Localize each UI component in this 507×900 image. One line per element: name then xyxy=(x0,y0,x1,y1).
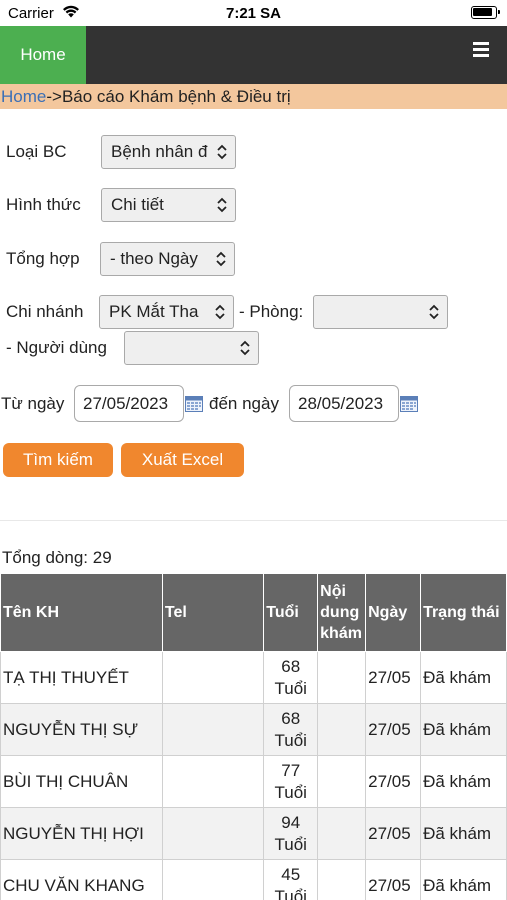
battery-icon xyxy=(471,6,500,19)
chevron-up-down-icon xyxy=(216,251,226,267)
cell-name: NGUYỄN THỊ SỰ xyxy=(0,703,163,756)
clock: 7:21 SA xyxy=(225,5,282,22)
hamburger-menu-icon[interactable] xyxy=(473,42,489,57)
cell-date: 27/05 xyxy=(365,755,422,808)
cell-status: Đã khám xyxy=(420,651,507,704)
cell-tel xyxy=(161,859,265,900)
column-header-status[interactable]: Trạng thái xyxy=(420,573,507,652)
breadcrumb-separator: -> xyxy=(46,87,62,106)
grouping-value: - theo Ngày xyxy=(110,249,198,268)
column-header-tel[interactable]: Tel xyxy=(161,573,265,652)
format-value: Chi tiết xyxy=(111,195,164,214)
table-row[interactable]: NGUYỄN THỊ SỰ 68 Tuổi 27/05 Đã khám xyxy=(0,703,507,756)
cell-content xyxy=(317,703,367,756)
cell-tel xyxy=(161,703,265,756)
column-header-date[interactable]: Ngày xyxy=(365,573,422,652)
cell-age: 68 Tuổi xyxy=(263,651,319,704)
section-divider xyxy=(0,520,507,521)
cell-status: Đã khám xyxy=(420,703,507,756)
home-tab[interactable]: Home xyxy=(0,26,86,84)
cell-content xyxy=(317,807,367,860)
report-type-label: Loại BC xyxy=(6,142,67,161)
search-button[interactable]: Tìm kiếm xyxy=(3,443,113,477)
cell-age: 45 Tuổi xyxy=(263,859,319,900)
cell-date: 27/05 xyxy=(365,651,422,704)
report-type-value: Bệnh nhân đ xyxy=(111,142,208,161)
column-header-age[interactable]: Tuổi xyxy=(263,573,319,652)
cell-tel xyxy=(161,755,265,808)
date-from-label: Từ ngày xyxy=(1,394,65,413)
column-header-name[interactable]: Tên KH xyxy=(0,573,163,652)
branch-value: PK Mắt Tha xyxy=(109,302,199,321)
export-excel-button[interactable]: Xuất Excel xyxy=(121,443,244,477)
breadcrumb-current: Báo cáo Khám bệnh & Điều trị xyxy=(61,87,291,106)
cell-status: Đã khám xyxy=(420,807,507,860)
calendar-icon[interactable] xyxy=(400,395,418,412)
chevron-up-down-icon xyxy=(240,340,250,356)
cell-name: TẠ THỊ THUYẾT xyxy=(0,651,163,704)
cell-age: 77 Tuổi xyxy=(263,755,319,808)
branch-label: Chi nhánh xyxy=(6,302,84,321)
cell-content xyxy=(317,755,367,808)
cell-date: 27/05 xyxy=(365,703,422,756)
total-rows-label: Tổng dòng: 29 xyxy=(2,548,112,567)
breadcrumb-home-link[interactable]: Home xyxy=(1,87,46,106)
top-navbar: Home xyxy=(0,26,507,84)
room-select[interactable] xyxy=(313,295,448,329)
format-label: Hình thức xyxy=(6,195,81,214)
table-row[interactable]: BÙI THỊ CHUÂN 77 Tuổi 27/05 Đã khám xyxy=(0,755,507,808)
cell-tel xyxy=(161,807,265,860)
cell-age: 68 Tuổi xyxy=(263,703,319,756)
chevron-up-down-icon xyxy=(217,197,227,213)
table-header-row: Tên KH Tel Tuổi Nội dung khám Ngày Trạng… xyxy=(0,573,507,652)
cell-status: Đã khám xyxy=(420,755,507,808)
table-row[interactable]: CHU VĂN KHANG 45 Tuổi 27/05 Đã khám xyxy=(0,859,507,900)
cell-content xyxy=(317,859,367,900)
cell-name: NGUYỄN THỊ HỢI xyxy=(0,807,163,860)
report-type-select[interactable]: Bệnh nhân đ xyxy=(101,135,236,169)
format-select[interactable]: Chi tiết xyxy=(101,188,236,222)
status-bar: Carrier 7:21 SA xyxy=(0,0,507,26)
grouping-label: Tổng hợp xyxy=(6,249,80,268)
column-header-content[interactable]: Nội dung khám xyxy=(317,573,367,652)
cell-name: CHU VĂN KHANG xyxy=(0,859,163,900)
grouping-select[interactable]: - theo Ngày xyxy=(100,242,235,276)
chevron-up-down-icon xyxy=(429,304,439,320)
room-label: - Phòng: xyxy=(239,302,304,321)
chevron-up-down-icon xyxy=(215,304,225,320)
table-row[interactable]: NGUYỄN THỊ HỢI 94 Tuổi 27/05 Đã khám xyxy=(0,807,507,860)
cell-age: 94 Tuổi xyxy=(263,807,319,860)
cell-date: 27/05 xyxy=(365,859,422,900)
user-select[interactable] xyxy=(124,331,259,365)
user-label: - Người dùng xyxy=(6,338,107,357)
results-table: Tên KH Tel Tuổi Nội dung khám Ngày Trạng… xyxy=(0,573,507,900)
calendar-icon[interactable] xyxy=(185,395,203,412)
cell-content xyxy=(317,651,367,704)
table-row[interactable]: TẠ THỊ THUYẾT 68 Tuổi 27/05 Đã khám xyxy=(0,651,507,704)
cell-date: 27/05 xyxy=(365,807,422,860)
date-to-label: đến ngày xyxy=(209,394,279,413)
date-from-input[interactable]: 27/05/2023 xyxy=(74,385,184,422)
branch-select[interactable]: PK Mắt Tha xyxy=(99,295,234,329)
cell-name: BÙI THỊ CHUÂN xyxy=(0,755,163,808)
breadcrumb: Home->Báo cáo Khám bệnh & Điều trị xyxy=(0,84,507,109)
chevron-up-down-icon xyxy=(217,144,227,160)
cell-tel xyxy=(161,651,265,704)
cell-status: Đã khám xyxy=(420,859,507,900)
date-to-input[interactable]: 28/05/2023 xyxy=(289,385,399,422)
